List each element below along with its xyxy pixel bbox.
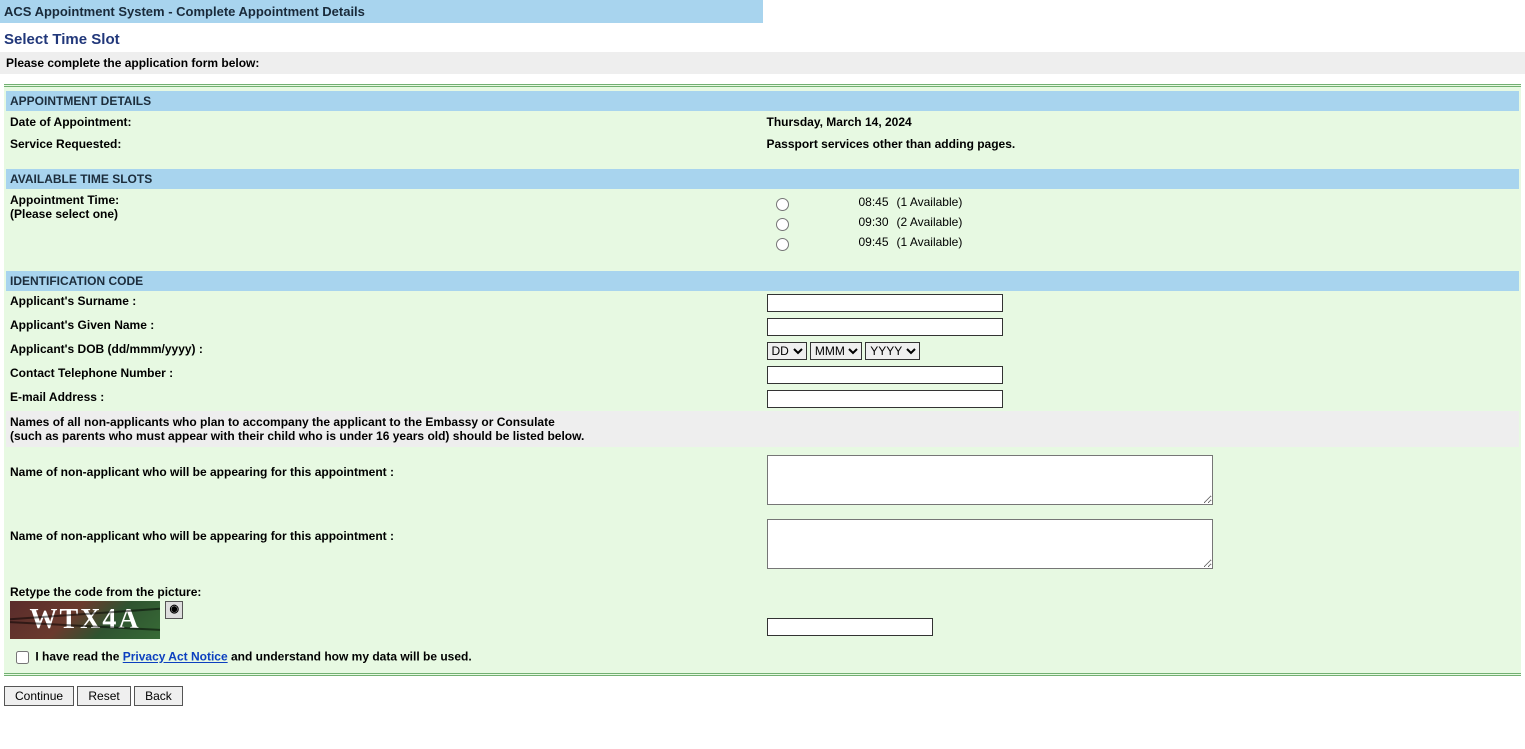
system-title: ACS Appointment System - Complete Appoin… xyxy=(0,0,763,23)
consent-text-suffix: and understand how my data will be used. xyxy=(228,650,472,664)
input-phone[interactable] xyxy=(767,366,1003,384)
label-date-of-appointment: Date of Appointment: xyxy=(6,111,763,133)
select-dob-month[interactable]: MMM xyxy=(810,342,862,360)
label-phone: Contact Telephone Number : xyxy=(6,363,763,387)
value-service-requested: Passport services other than adding page… xyxy=(763,133,1520,155)
link-privacy-act-notice[interactable]: Privacy Act Notice xyxy=(123,650,228,664)
page-heading: Select Time Slot xyxy=(0,23,1525,52)
label-given-name: Applicant's Given Name : xyxy=(6,315,763,339)
select-dob-day[interactable]: DD xyxy=(767,342,807,360)
label-email: E-mail Address : xyxy=(6,387,763,411)
note-non-applicants: Names of all non-applicants who plan to … xyxy=(6,411,1519,447)
slot-time-1: 09:30 xyxy=(825,213,893,233)
captcha-image: WTX4A xyxy=(10,601,160,639)
slot-time-2: 09:45 xyxy=(825,233,893,253)
label-surname: Applicant's Surname : xyxy=(6,291,763,315)
input-given-name[interactable] xyxy=(767,318,1003,336)
input-surname[interactable] xyxy=(767,294,1003,312)
select-dob-year[interactable]: YYYY xyxy=(865,342,920,360)
label-appointment-time: Appointment Time: xyxy=(10,193,119,207)
slot-avail-2: (1 Available) xyxy=(893,233,967,253)
band-appointment-details: APPOINTMENT DETAILS xyxy=(6,91,1519,111)
label-non-applicant-2: Name of non-applicant who will be appear… xyxy=(6,511,763,575)
slot-avail-1: (2 Available) xyxy=(893,213,967,233)
consent-text-prefix: I have read the xyxy=(35,650,122,664)
radio-slot-0945[interactable] xyxy=(776,238,789,251)
label-non-applicant-1: Name of non-applicant who will be appear… xyxy=(6,447,763,511)
label-dob: Applicant's DOB (dd/mmm/yyyy) : xyxy=(6,339,763,363)
form-panel: APPOINTMENT DETAILS Date of Appointment:… xyxy=(4,84,1521,676)
radio-slot-0845[interactable] xyxy=(776,198,789,211)
band-identification-code: IDENTIFICATION CODE xyxy=(6,271,1519,291)
continue-button[interactable]: Continue xyxy=(4,686,74,706)
slot-avail-0: (1 Available) xyxy=(893,193,967,213)
label-service-requested: Service Requested: xyxy=(6,133,763,155)
input-captcha[interactable] xyxy=(767,618,933,636)
slot-time-0: 08:45 xyxy=(825,193,893,213)
textarea-non-applicant-2[interactable] xyxy=(767,519,1213,569)
captcha-refresh-icon[interactable]: ◉ xyxy=(165,601,183,619)
instruction-text: Please complete the application form bel… xyxy=(0,52,1525,74)
input-email[interactable] xyxy=(767,390,1003,408)
back-button[interactable]: Back xyxy=(134,686,183,706)
textarea-non-applicant-1[interactable] xyxy=(767,455,1213,505)
checkbox-privacy-consent[interactable] xyxy=(16,651,29,664)
label-captcha: Retype the code from the picture: xyxy=(10,585,759,599)
radio-slot-0930[interactable] xyxy=(776,218,789,231)
label-please-select-one: (Please select one) xyxy=(10,207,118,221)
reset-button[interactable]: Reset xyxy=(77,686,130,706)
value-date-of-appointment: Thursday, March 14, 2024 xyxy=(763,111,1520,133)
band-available-time-slots: AVAILABLE TIME SLOTS xyxy=(6,169,1519,189)
